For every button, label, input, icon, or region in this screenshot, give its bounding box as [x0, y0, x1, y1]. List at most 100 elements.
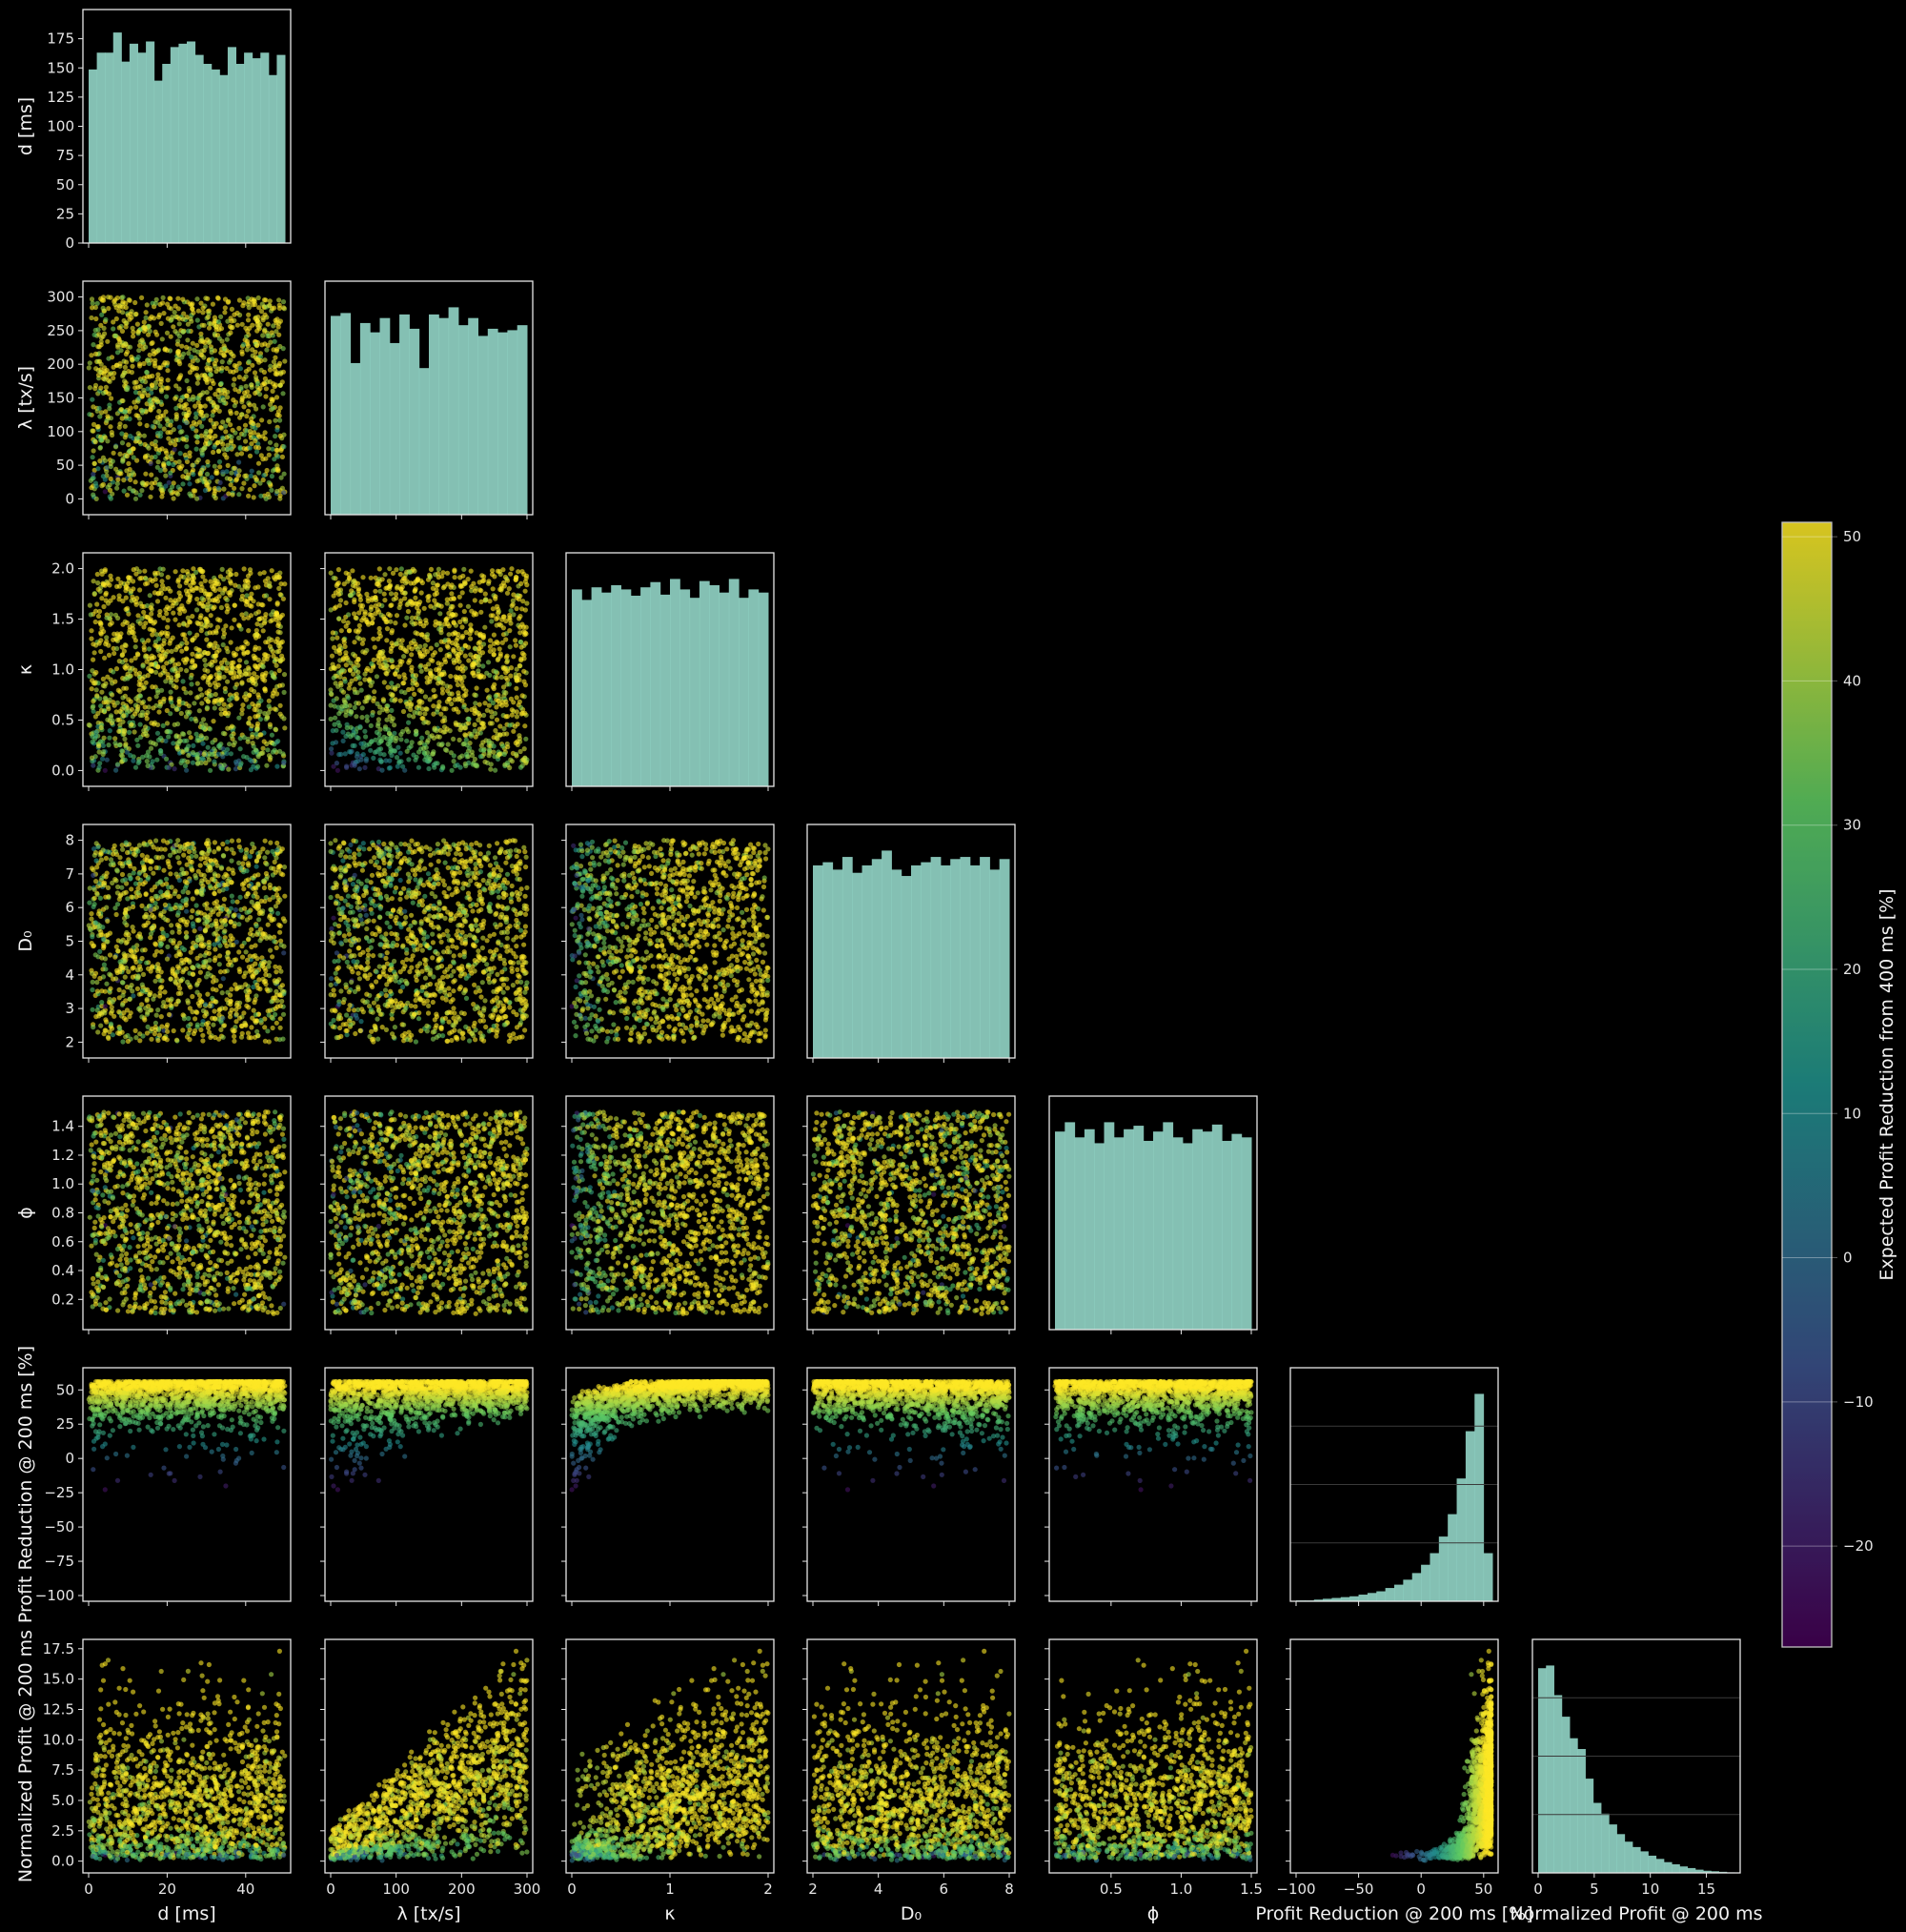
scatter-point: [213, 496, 218, 500]
scatter-point: [349, 593, 354, 598]
scatter-point: [166, 377, 171, 382]
scatter-point: [225, 598, 230, 602]
hist-bar: [269, 75, 277, 243]
scatter-point: [99, 596, 104, 600]
scatter-point: [234, 697, 239, 702]
scatter-point: [203, 662, 208, 667]
scatter-point: [201, 717, 206, 722]
scatter-point: [205, 390, 210, 395]
hist-bar: [171, 47, 179, 243]
scatter-point: [277, 645, 282, 650]
scatter-point: [195, 396, 200, 400]
panel-lambda-vs-d: 050100150200250300: [47, 281, 291, 519]
scatter-point: [243, 438, 248, 443]
scatter-point: [94, 497, 99, 501]
scatter-point: [179, 641, 184, 646]
scatter-point: [398, 737, 403, 742]
scatter-point: [125, 493, 130, 498]
scatter-point: [229, 435, 233, 439]
scatter-point: [179, 649, 184, 654]
scatter-point: [276, 324, 281, 329]
scatter-point: [124, 414, 129, 418]
scatter-point: [213, 464, 217, 469]
scatter-point: [371, 699, 375, 703]
scatter-point: [247, 359, 252, 364]
scatter-point: [132, 399, 136, 404]
scatter-point: [165, 360, 170, 365]
scatter-point: [228, 572, 233, 577]
scatter-point: [171, 636, 175, 641]
scatter-point: [177, 316, 182, 321]
scatter-point: [237, 669, 242, 674]
y-tick-label: 125: [47, 89, 74, 106]
scatter-point: [229, 640, 233, 644]
scatter-point: [155, 664, 160, 669]
scatter-point: [186, 753, 191, 758]
scatter-point: [203, 295, 208, 300]
scatter-point: [143, 345, 148, 350]
scatter-point: [225, 726, 230, 731]
scatter-point: [95, 466, 100, 471]
scatter-point: [253, 406, 258, 411]
scatter-point: [254, 628, 259, 633]
scatter-point: [174, 678, 179, 682]
scatter-point: [221, 642, 226, 647]
scatter-point: [123, 743, 128, 748]
scatter-point: [471, 670, 476, 675]
scatter-point: [264, 348, 269, 353]
scatter-point: [218, 425, 223, 430]
scatter-point: [137, 587, 142, 592]
scatter-point: [184, 444, 189, 449]
scatter-point: [268, 757, 273, 762]
scatter-point: [138, 384, 143, 389]
scatter-point: [263, 579, 268, 583]
scatter-point: [184, 668, 189, 673]
scatter-point: [478, 610, 483, 615]
scatter-point: [218, 699, 223, 703]
scatter-point: [278, 434, 283, 438]
scatter-point: [194, 459, 199, 464]
scatter-point: [92, 386, 97, 391]
scatter-point: [406, 721, 411, 725]
scatter-point: [113, 444, 118, 449]
scatter-point: [207, 758, 212, 763]
scatter-point: [256, 461, 261, 466]
scatter-point: [376, 602, 381, 607]
scatter-point: [269, 612, 274, 617]
scatter-point: [107, 392, 112, 397]
scatter-point: [189, 676, 193, 681]
hist-bar: [260, 52, 269, 243]
scatter-point: [282, 690, 287, 695]
scatter-point: [213, 407, 217, 412]
scatter-point: [180, 297, 185, 302]
scatter-point: [491, 606, 496, 611]
scatter-point: [202, 667, 207, 672]
scatter-point: [398, 751, 403, 756]
scatter-point: [190, 577, 194, 581]
scatter-point: [183, 637, 188, 641]
scatter-point: [177, 622, 182, 627]
scatter-point: [240, 322, 245, 327]
scatter-point: [210, 413, 214, 417]
scatter-point: [205, 620, 210, 624]
scatter-point: [188, 363, 193, 368]
scatter-point: [371, 756, 375, 761]
hist-bar: [360, 323, 371, 515]
scatter-point: [96, 743, 101, 748]
scatter-point: [98, 649, 103, 654]
scatter-point: [143, 704, 148, 709]
scatter-point: [387, 566, 392, 571]
scatter-point: [112, 632, 116, 637]
scatter-point: [204, 480, 209, 485]
scatter-point: [123, 301, 128, 306]
scatter-point: [125, 454, 130, 458]
scatter-point: [256, 305, 261, 310]
scatter-point: [177, 321, 182, 326]
scatter-point: [95, 580, 100, 585]
scatter-point: [468, 622, 473, 627]
scatter-point: [149, 401, 153, 406]
scatter-point: [389, 591, 394, 596]
scatter-point: [221, 577, 226, 581]
scatter-point: [261, 404, 266, 409]
scatter-point: [133, 497, 138, 501]
